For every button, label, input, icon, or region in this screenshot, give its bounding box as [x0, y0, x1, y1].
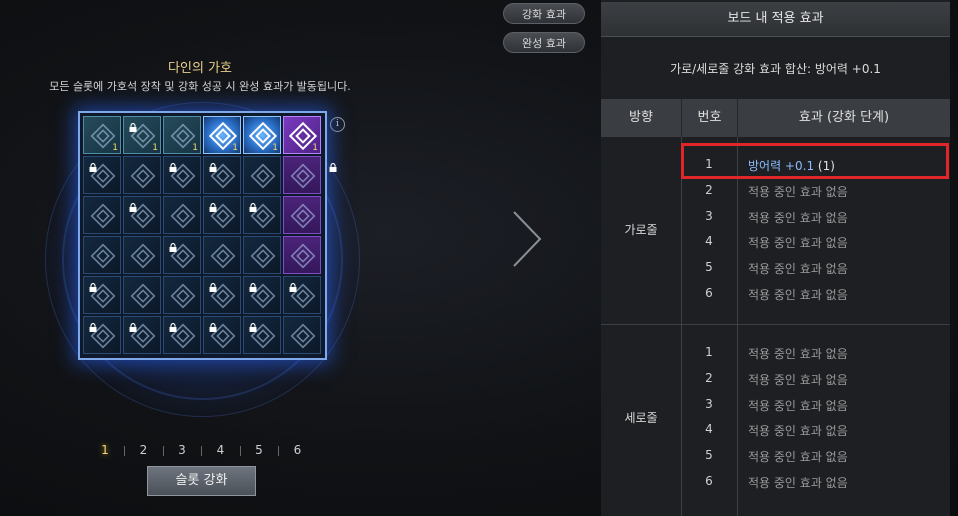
page-6[interactable]: 6 [288, 443, 308, 457]
page-3[interactable]: 3 [172, 443, 192, 457]
horizontal-row-effect: 적용 중인 효과 없음 [748, 210, 848, 225]
board-slot[interactable] [123, 276, 161, 314]
vertical-row-number: 2 [705, 370, 713, 385]
panel-title: 보드 내 적용 효과 [601, 2, 950, 37]
horizontal-row-number: 6 [705, 286, 713, 300]
horizontal-row-number: 3 [705, 208, 713, 223]
vertical-row-effect: 적용 중인 효과 없음 [748, 347, 848, 361]
direction-horizontal: 가로줄 [624, 223, 658, 237]
slot-level: 1 [312, 143, 318, 153]
page-5[interactable]: 5 [249, 443, 269, 457]
board-description: 모든 슬롯에 가호석 장착 및 강화 성공 시 완성 효과가 발동됩니다. [49, 80, 351, 93]
vertical-row-effect: 적용 중인 효과 없음 [748, 398, 848, 413]
lock-icon [329, 161, 337, 172]
slot-level: 1 [152, 143, 158, 153]
horizontal-row-effect: 적용 중인 효과 없음 [748, 262, 848, 277]
board-slot[interactable] [203, 236, 241, 274]
board-slot[interactable] [163, 196, 201, 234]
horizontal-row-number: 2 [705, 182, 713, 197]
vertical-row-effect: 적용 중인 효과 없음 [748, 372, 848, 387]
slot-enhance-button[interactable]: 슬롯 강화 [147, 466, 256, 496]
lock-icon [169, 161, 177, 172]
lock-icon [209, 201, 217, 212]
header-number: 번호 [697, 110, 722, 125]
page-separator [278, 446, 279, 456]
board-slot[interactable] [243, 156, 281, 194]
lock-icon [169, 321, 177, 332]
page-separator [239, 446, 241, 456]
horizontal-row-effect: 적용 중인 효과 없음 [748, 184, 848, 199]
lock-icon [89, 161, 97, 172]
board-slot[interactable] [283, 316, 321, 354]
lock-icon [249, 321, 257, 332]
board-slot[interactable] [283, 196, 321, 234]
horizontal-row-effect: 적용 중인 효과 없음 [748, 288, 848, 302]
direction-vertical: 세로줄 [624, 411, 658, 425]
lock-icon [169, 241, 177, 252]
page-1[interactable]: 1 [95, 443, 115, 457]
board-slot[interactable] [83, 236, 121, 274]
lock-icon [209, 281, 217, 292]
vertical-row-effect: 적용 중인 효과 없음 [748, 476, 848, 490]
board-slot[interactable] [283, 236, 321, 274]
board-slot[interactable] [163, 276, 201, 314]
page-separator [162, 446, 164, 456]
table-header: 방향 번호 효과 (강화 단계) [601, 99, 950, 137]
board-slot[interactable] [283, 156, 321, 194]
lock-icon [289, 281, 297, 292]
vertical-row-number: 6 [705, 474, 713, 488]
lock-icon [129, 201, 137, 212]
lock-icon [129, 321, 137, 332]
board-slot[interactable]: 1 [203, 116, 241, 154]
vertical-row-number: 5 [705, 448, 713, 463]
page-2[interactable]: 2 [134, 443, 154, 457]
page-separator [124, 446, 125, 456]
lock-icon [249, 281, 257, 292]
slot-board: 1 1 1 1 1 1 [78, 111, 337, 360]
vertical-row-effect: 적용 중인 효과 없음 [748, 450, 848, 465]
vertical-row-number: 3 [705, 396, 713, 411]
lock-icon [129, 121, 137, 132]
header-direction: 방향 [629, 110, 653, 125]
horizontal-row-effect: 적용 중인 효과 없음 [748, 236, 848, 251]
effect-summary: 가로/세로줄 강화 효과 합산: 방어력 +0.1 [670, 62, 881, 76]
chevron-right-icon [513, 211, 542, 267]
enhance-effect-button[interactable]: 강화 효과 [503, 3, 585, 24]
header-effect: 효과 (강화 단계) [798, 110, 890, 125]
board-slot[interactable] [83, 196, 121, 234]
lock-icon [89, 321, 97, 332]
horizontal-row-number: 4 [705, 234, 713, 249]
vertical-row-effect: 적용 중인 효과 없음 [748, 424, 848, 439]
board-title: 다인의 가호 [168, 61, 232, 76]
complete-effect-button[interactable]: 완성 효과 [503, 32, 585, 53]
page-4[interactable]: 4 [211, 443, 231, 457]
table-divider [601, 324, 950, 325]
slot-level: 1 [192, 143, 198, 153]
vertical-row-number: 1 [705, 345, 713, 359]
lock-icon [209, 161, 217, 172]
slot-level: 1 [272, 143, 278, 153]
table-divider [737, 137, 738, 516]
lock-icon [209, 321, 217, 332]
board-slot[interactable] [123, 156, 161, 194]
lock-icon [249, 201, 257, 212]
slot-level: 1 [232, 143, 238, 153]
page-separator [201, 446, 202, 456]
slot-level: 1 [112, 143, 118, 153]
board-slot[interactable]: 1 [283, 116, 321, 154]
board-slot[interactable]: 1 [163, 116, 201, 154]
info-icon[interactable]: i [330, 117, 345, 132]
board-slot[interactable] [123, 236, 161, 274]
lock-icon [89, 281, 97, 292]
horizontal-row-number: 5 [705, 260, 713, 275]
board-slot[interactable]: 1 [83, 116, 121, 154]
board-slot[interactable] [243, 236, 281, 274]
vertical-row-number: 4 [705, 422, 713, 437]
board-slot[interactable]: 1 [243, 116, 281, 154]
highlight-box [681, 143, 949, 179]
